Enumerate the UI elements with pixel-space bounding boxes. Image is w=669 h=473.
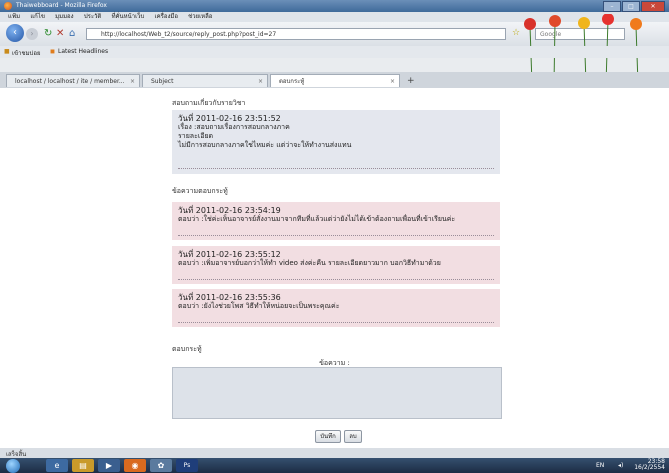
divider — [178, 322, 494, 323]
reply-item: วันที่ 2011-02-16 23:55:36 ตอบว่า :ยังไง… — [172, 289, 500, 327]
reply-text: ตอบว่า :ยังไงช่วยโพส วิธีทำให้หน่อยจะเป็… — [178, 302, 340, 310]
question-heading: สอบถามเกี่ยวกับรายวิชา — [172, 99, 246, 107]
menu-view[interactable]: มุมมอง — [55, 12, 73, 22]
stop-icon[interactable]: ✕ — [56, 28, 64, 40]
menu-history[interactable]: ประวัติ — [84, 12, 102, 22]
close-tab-icon[interactable]: × — [390, 75, 395, 88]
language-indicator[interactable]: EN — [596, 462, 604, 469]
media-player-taskbar-icon[interactable]: ▶ — [98, 459, 120, 472]
address-bar[interactable]: http://localhost/Web_t2/source/reply_pos… — [86, 28, 506, 40]
reply-item: วันที่ 2011-02-16 23:55:12 ตอบว่า :เพิ่ม… — [172, 246, 500, 284]
reset-button[interactable]: ลบ — [344, 430, 362, 443]
question-box: วันที่ 2011-02-16 23:51:52 เรื่อง :สอบถา… — [172, 110, 500, 174]
replies-heading: ข้อความตอบกระทู้ — [172, 187, 228, 195]
bookmarks-toolbar: ■ เข้าชมบ่อย ◼ Latest Headlines — [0, 46, 669, 58]
firefox-icon — [4, 2, 12, 10]
answer-heading: ตอบกระทู้ — [172, 345, 202, 353]
folder-icon: ■ — [4, 48, 10, 55]
maximize-button[interactable]: □ — [622, 1, 640, 12]
firefox-taskbar-icon[interactable]: ◉ — [124, 459, 146, 472]
tab-strip: localhost / localhost / ite / member... … — [0, 72, 669, 89]
tab-label: Subject — [151, 78, 174, 85]
question-detail: ไม่มีการสอบกลางภาคใช่ไหมค่ะ แต่ว่าจะให้ท… — [178, 141, 352, 149]
menu-file[interactable]: แฟ้ม — [8, 12, 20, 22]
divider — [178, 168, 494, 169]
bookmark-most-visited[interactable]: เข้าชมบ่อย — [12, 48, 40, 58]
tab-label: ตอบกระทู้ — [279, 78, 305, 85]
minimize-button[interactable]: – — [603, 1, 621, 12]
tab-subject[interactable]: Subject × — [142, 74, 268, 87]
submit-button[interactable]: บันทึก — [315, 430, 341, 443]
close-tab-icon[interactable]: × — [258, 75, 263, 88]
divider — [178, 235, 494, 236]
home-icon[interactable]: ⌂ — [69, 28, 75, 40]
menu-tools[interactable]: เครื่องมือ — [155, 12, 178, 22]
tab-localhost[interactable]: localhost / localhost / ite / member... … — [6, 74, 140, 87]
start-button[interactable] — [6, 459, 20, 473]
reply-date: วันที่ 2011-02-16 23:55:36 — [178, 293, 281, 302]
menu-help[interactable]: ช่วยเหลือ — [188, 12, 212, 22]
rss-icon: ◼ — [50, 48, 55, 55]
window-title: Thaiwebboard - Mozilla Firefox — [16, 2, 107, 9]
tab-label: localhost / localhost / ite / member... — [15, 78, 125, 85]
divider — [178, 279, 494, 280]
new-tab-icon[interactable]: + — [407, 76, 415, 86]
reply-item: วันที่ 2011-02-16 23:54:19 ตอบว่า :ใช่ค่… — [172, 202, 500, 240]
photoshop-taskbar-icon[interactable]: Ps — [176, 459, 198, 472]
reply-date: วันที่ 2011-02-16 23:54:19 — [178, 206, 281, 215]
menu-bookmarks[interactable]: ที่คั่นหน้าเว็บ — [112, 12, 145, 22]
reply-text: ตอบว่า :เพิ่มอาจารย์บอกว่าให้ทำ video ส่… — [178, 259, 441, 267]
reply-text: ตอบว่า :ใช่ค่ะเห็นอาจารย์สั่งงานมาจากทีม… — [178, 215, 456, 223]
forward-arrow-icon[interactable]: › — [26, 28, 38, 40]
status-bar: เสร็จสิ้น — [0, 448, 669, 458]
bookmark-latest-headlines[interactable]: Latest Headlines — [58, 48, 108, 55]
back-arrow-icon[interactable]: ‹ — [6, 24, 24, 42]
question-detail-label: รายละเอียด — [178, 132, 214, 140]
close-tab-icon[interactable]: × — [130, 75, 135, 88]
tab-reply[interactable]: ตอบกระทู้ × — [270, 74, 400, 87]
volume-icon[interactable]: ◂) — [618, 462, 623, 469]
explorer-taskbar-icon[interactable]: ▤ — [72, 459, 94, 472]
ie-taskbar-icon[interactable]: e — [46, 459, 68, 472]
app-taskbar-icon[interactable]: ✿ — [150, 459, 172, 472]
question-subject: เรื่อง :สอบถามเรื่องการสอบกลางภาค — [178, 123, 290, 131]
browser-window: Thaiwebboard - Mozilla Firefox – □ ✕ แฟ้… — [0, 0, 669, 473]
menu-edit[interactable]: แก้ไข — [30, 12, 45, 22]
question-date: วันที่ 2011-02-16 23:51:52 — [178, 114, 281, 123]
title-bar: Thaiwebboard - Mozilla Firefox – □ ✕ — [0, 0, 669, 12]
reply-date: วันที่ 2011-02-16 23:55:12 — [178, 250, 281, 259]
reload-icon[interactable]: ↻ — [44, 28, 52, 40]
close-button[interactable]: ✕ — [641, 1, 665, 12]
clock-date: 16/2/2554 — [634, 464, 665, 471]
answer-textarea[interactable] — [172, 367, 502, 419]
clock[interactable]: 23:58 16/2/2554 — [634, 459, 665, 471]
